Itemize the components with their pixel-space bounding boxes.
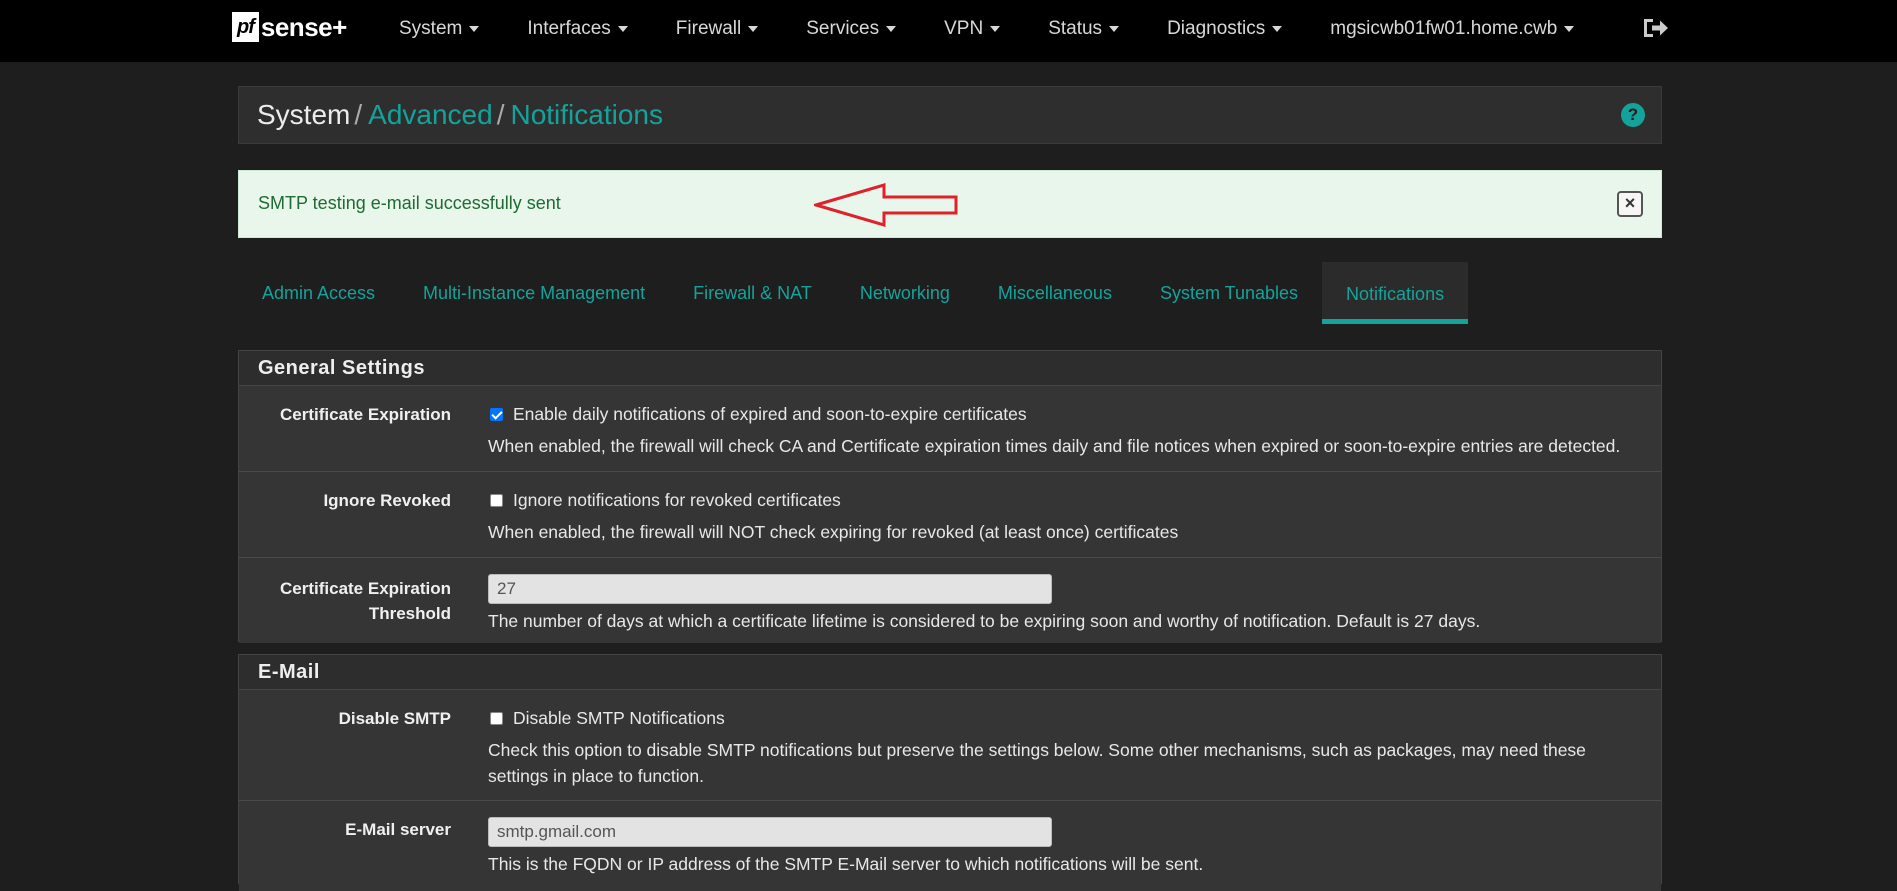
menu-vpn[interactable]: VPN: [944, 18, 1001, 40]
certificate-expiration-option: Enable daily notifications of expired an…: [488, 402, 1649, 426]
email-server-input[interactable]: smtp.gmail.com: [488, 817, 1052, 847]
disable-smtp-help: Check this option to disable SMTP notifi…: [488, 740, 1586, 786]
logo-pf: pf: [232, 12, 259, 42]
expiration-threshold-label: Certificate Expiration Threshold: [280, 579, 451, 623]
email-server-content: smtp.gmail.com This is the FQDN or IP ad…: [488, 817, 1649, 877]
menu-status[interactable]: Status: [1048, 18, 1120, 40]
expiration-threshold-help: The number of days at which a certificat…: [488, 611, 1481, 631]
ignore-revoked-label: Ignore Revoked: [323, 491, 451, 510]
row-ignore-revoked: Ignore Revoked Ignore notifications for …: [239, 472, 1661, 558]
expiration-threshold-content: 27 The number of days at which a certifi…: [488, 574, 1649, 634]
pfsense-logo[interactable]: pf sense+: [232, 10, 347, 44]
caret-down-icon: [990, 26, 1001, 32]
row-email-server: E-Mail server smtp.gmail.com This is the…: [239, 801, 1661, 891]
certificate-expiration-content: Enable daily notifications of expired an…: [488, 402, 1649, 459]
tab-miscellaneous[interactable]: Miscellaneous: [974, 262, 1136, 324]
disable-smtp-label: Disable SMTP: [338, 709, 451, 728]
tab-networking[interactable]: Networking: [836, 262, 974, 324]
general-settings-title: General Settings: [239, 351, 1661, 386]
general-settings-panel: General Settings Certificate Expiration …: [238, 350, 1662, 643]
tab-multi-instance-management[interactable]: Multi-Instance Management: [399, 262, 669, 324]
menu-system[interactable]: System: [399, 18, 480, 40]
menu-interfaces[interactable]: Interfaces: [527, 18, 628, 40]
ignore-revoked-checkbox[interactable]: [490, 493, 503, 507]
ignore-revoked-content: Ignore notifications for revoked certifi…: [488, 488, 1649, 545]
advanced-tabs: Admin Access Multi-Instance Management F…: [238, 262, 1469, 324]
disable-smtp-checkbox-label[interactable]: Disable SMTP Notifications: [513, 708, 725, 729]
menu-firewall[interactable]: Firewall: [676, 18, 759, 40]
breadcrumb-separator: /: [496, 99, 505, 130]
caret-down-icon: [1272, 26, 1283, 32]
certificate-expiration-label: Certificate Expiration: [280, 405, 451, 424]
certificate-expiration-help: When enabled, the firewall will check CA…: [488, 436, 1621, 456]
expiration-threshold-input[interactable]: 27: [488, 574, 1052, 604]
email-panel: E-Mail Disable SMTP Disable SMTP Notific…: [238, 654, 1662, 891]
caret-down-icon: [886, 26, 897, 32]
menu-services[interactable]: Services: [806, 18, 897, 40]
breadcrumb-system: System: [257, 99, 351, 130]
email-server-label: E-Mail server: [345, 820, 451, 839]
breadcrumb-separator: /: [354, 99, 363, 130]
logout-icon[interactable]: [1640, 13, 1670, 43]
tab-system-tunables[interactable]: System Tunables: [1136, 262, 1322, 324]
menu-hostname[interactable]: mgsicwb01fw01.home.cwb: [1330, 18, 1575, 40]
disable-smtp-option: Disable SMTP Notifications: [488, 706, 1649, 730]
breadcrumb: System / Advanced / Notifications: [257, 99, 663, 131]
caret-down-icon: [1564, 26, 1575, 32]
row-disable-smtp: Disable SMTP Disable SMTP Notifications …: [239, 690, 1661, 801]
ignore-revoked-option: Ignore notifications for revoked certifi…: [488, 488, 1649, 512]
alert-message: SMTP testing e-mail successfully sent: [258, 193, 561, 213]
certificate-expiration-checkbox-label[interactable]: Enable daily notifications of expired an…: [513, 404, 1027, 425]
logo-sense: sense+: [260, 11, 347, 42]
top-navbar: pf sense+ System Interfaces Firewall Ser…: [0, 0, 1897, 62]
caret-down-icon: [748, 26, 759, 32]
breadcrumb-advanced[interactable]: Advanced: [368, 99, 493, 130]
certificate-expiration-checkbox[interactable]: [490, 407, 503, 421]
row-expiration-threshold: Certificate Expiration Threshold 27 The n…: [239, 558, 1661, 643]
disable-smtp-checkbox[interactable]: [490, 711, 503, 725]
email-server-help: This is the FQDN or IP address of the SM…: [488, 854, 1204, 874]
caret-down-icon: [1109, 26, 1120, 32]
tab-firewall-nat[interactable]: Firewall & NAT: [669, 262, 836, 324]
ignore-revoked-help: When enabled, the firewall will NOT chec…: [488, 522, 1179, 542]
tab-notifications[interactable]: Notifications: [1322, 262, 1469, 324]
caret-down-icon: [617, 26, 628, 32]
caret-down-icon: [469, 26, 480, 32]
help-icon[interactable]: ?: [1621, 103, 1645, 127]
breadcrumb-panel: System / Advanced / Notifications ?: [238, 86, 1662, 144]
success-alert: SMTP testing e-mail successfully sent ×: [238, 170, 1662, 238]
menu-diagnostics[interactable]: Diagnostics: [1167, 18, 1283, 40]
ignore-revoked-checkbox-label[interactable]: Ignore notifications for revoked certifi…: [513, 490, 841, 511]
email-title: E-Mail: [239, 655, 1661, 690]
disable-smtp-content: Disable SMTP Notifications Check this op…: [488, 706, 1649, 789]
tab-admin-access[interactable]: Admin Access: [238, 262, 399, 324]
breadcrumb-notifications[interactable]: Notifications: [510, 99, 663, 130]
red-arrow-icon: [814, 183, 958, 227]
main-menu: System Interfaces Firewall Services VPN …: [399, 0, 1622, 58]
close-alert-button[interactable]: ×: [1617, 191, 1643, 217]
row-certificate-expiration: Certificate Expiration Enable daily noti…: [239, 386, 1661, 472]
